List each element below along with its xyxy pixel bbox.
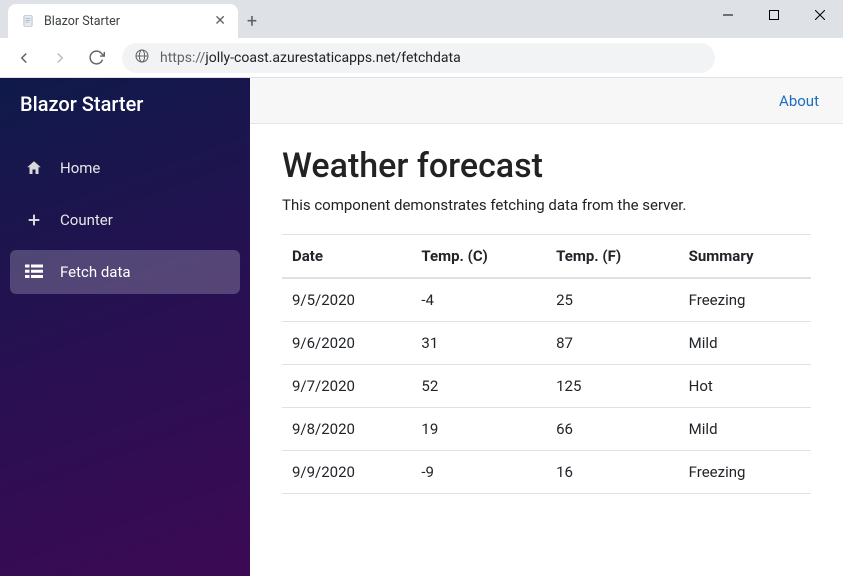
topbar: About bbox=[250, 78, 843, 124]
page-subtitle: This component demonstrates fetching dat… bbox=[282, 196, 811, 214]
cell-summary: Freezing bbox=[679, 451, 811, 494]
cell-tempc: -9 bbox=[411, 451, 546, 494]
cell-summary: Mild bbox=[679, 322, 811, 365]
forecast-table: Date Temp. (C) Temp. (F) Summary 9/5/202… bbox=[282, 234, 811, 494]
cell-tempc: 31 bbox=[411, 322, 546, 365]
table-row: 9/8/20201966Mild bbox=[282, 408, 811, 451]
sidebar: Blazor Starter Home Counter Fetch data bbox=[0, 78, 250, 576]
col-summary: Summary bbox=[679, 235, 811, 279]
cell-summary: Freezing bbox=[679, 278, 811, 322]
table-row: 9/7/202052125Hot bbox=[282, 365, 811, 408]
sidebar-item-counter[interactable]: Counter bbox=[10, 198, 240, 242]
cell-tempc: 52 bbox=[411, 365, 546, 408]
reload-button[interactable] bbox=[80, 42, 112, 74]
page-title: Weather forecast bbox=[282, 146, 811, 186]
cell-tempf: 66 bbox=[546, 408, 679, 451]
cell-tempc: -4 bbox=[411, 278, 546, 322]
cell-tempf: 87 bbox=[546, 322, 679, 365]
minimize-button[interactable] bbox=[705, 0, 751, 30]
cell-date: 9/5/2020 bbox=[282, 278, 411, 322]
browser-tab[interactable]: Blazor Starter ✕ bbox=[8, 4, 238, 38]
back-button[interactable] bbox=[8, 42, 40, 74]
browser-chrome: Blazor Starter ✕ + https://jolly-coast.a… bbox=[0, 0, 843, 78]
cell-tempf: 16 bbox=[546, 451, 679, 494]
sidebar-item-label: Home bbox=[60, 159, 100, 177]
tab-title: Blazor Starter bbox=[44, 14, 206, 29]
browser-toolbar: https://jolly-coast.azurestaticapps.net/… bbox=[0, 38, 843, 78]
cell-date: 9/7/2020 bbox=[282, 365, 411, 408]
close-button[interactable] bbox=[797, 0, 843, 30]
file-icon bbox=[20, 13, 36, 29]
plus-icon bbox=[24, 210, 44, 230]
col-tempf: Temp. (F) bbox=[546, 235, 679, 279]
table-row: 9/9/2020-916Freezing bbox=[282, 451, 811, 494]
titlebar: Blazor Starter ✕ + bbox=[0, 0, 843, 38]
brand-title: Blazor Starter bbox=[0, 78, 250, 138]
maximize-button[interactable] bbox=[751, 0, 797, 30]
new-tab-button[interactable]: + bbox=[238, 7, 266, 35]
cell-date: 9/6/2020 bbox=[282, 322, 411, 365]
sidebar-item-fetch-data[interactable]: Fetch data bbox=[10, 250, 240, 294]
sidebar-item-home[interactable]: Home bbox=[10, 146, 240, 190]
url-text: https://jolly-coast.azurestaticapps.net/… bbox=[160, 50, 461, 66]
globe-icon bbox=[134, 48, 150, 68]
window-controls bbox=[705, 0, 843, 30]
close-icon[interactable]: ✕ bbox=[214, 13, 226, 29]
address-bar[interactable]: https://jolly-coast.azurestaticapps.net/… bbox=[122, 43, 715, 73]
col-tempc: Temp. (C) bbox=[411, 235, 546, 279]
sidebar-item-label: Counter bbox=[60, 211, 113, 229]
about-link[interactable]: About bbox=[779, 92, 819, 110]
table-header-row: Date Temp. (C) Temp. (F) Summary bbox=[282, 235, 811, 279]
content: About Weather forecast This component de… bbox=[250, 78, 843, 576]
cell-tempf: 25 bbox=[546, 278, 679, 322]
forward-button[interactable] bbox=[44, 42, 76, 74]
cell-date: 9/8/2020 bbox=[282, 408, 411, 451]
cell-tempf: 125 bbox=[546, 365, 679, 408]
sidebar-item-label: Fetch data bbox=[60, 263, 131, 281]
main: Weather forecast This component demonstr… bbox=[250, 124, 843, 516]
cell-summary: Hot bbox=[679, 365, 811, 408]
nav-list: Home Counter Fetch data bbox=[0, 138, 250, 302]
table-row: 9/5/2020-425Freezing bbox=[282, 278, 811, 322]
home-icon bbox=[24, 158, 44, 178]
table-row: 9/6/20203187Mild bbox=[282, 322, 811, 365]
col-date: Date bbox=[282, 235, 411, 279]
list-icon bbox=[24, 262, 44, 282]
cell-date: 9/9/2020 bbox=[282, 451, 411, 494]
cell-summary: Mild bbox=[679, 408, 811, 451]
cell-tempc: 19 bbox=[411, 408, 546, 451]
app: Blazor Starter Home Counter Fetch data bbox=[0, 78, 843, 576]
